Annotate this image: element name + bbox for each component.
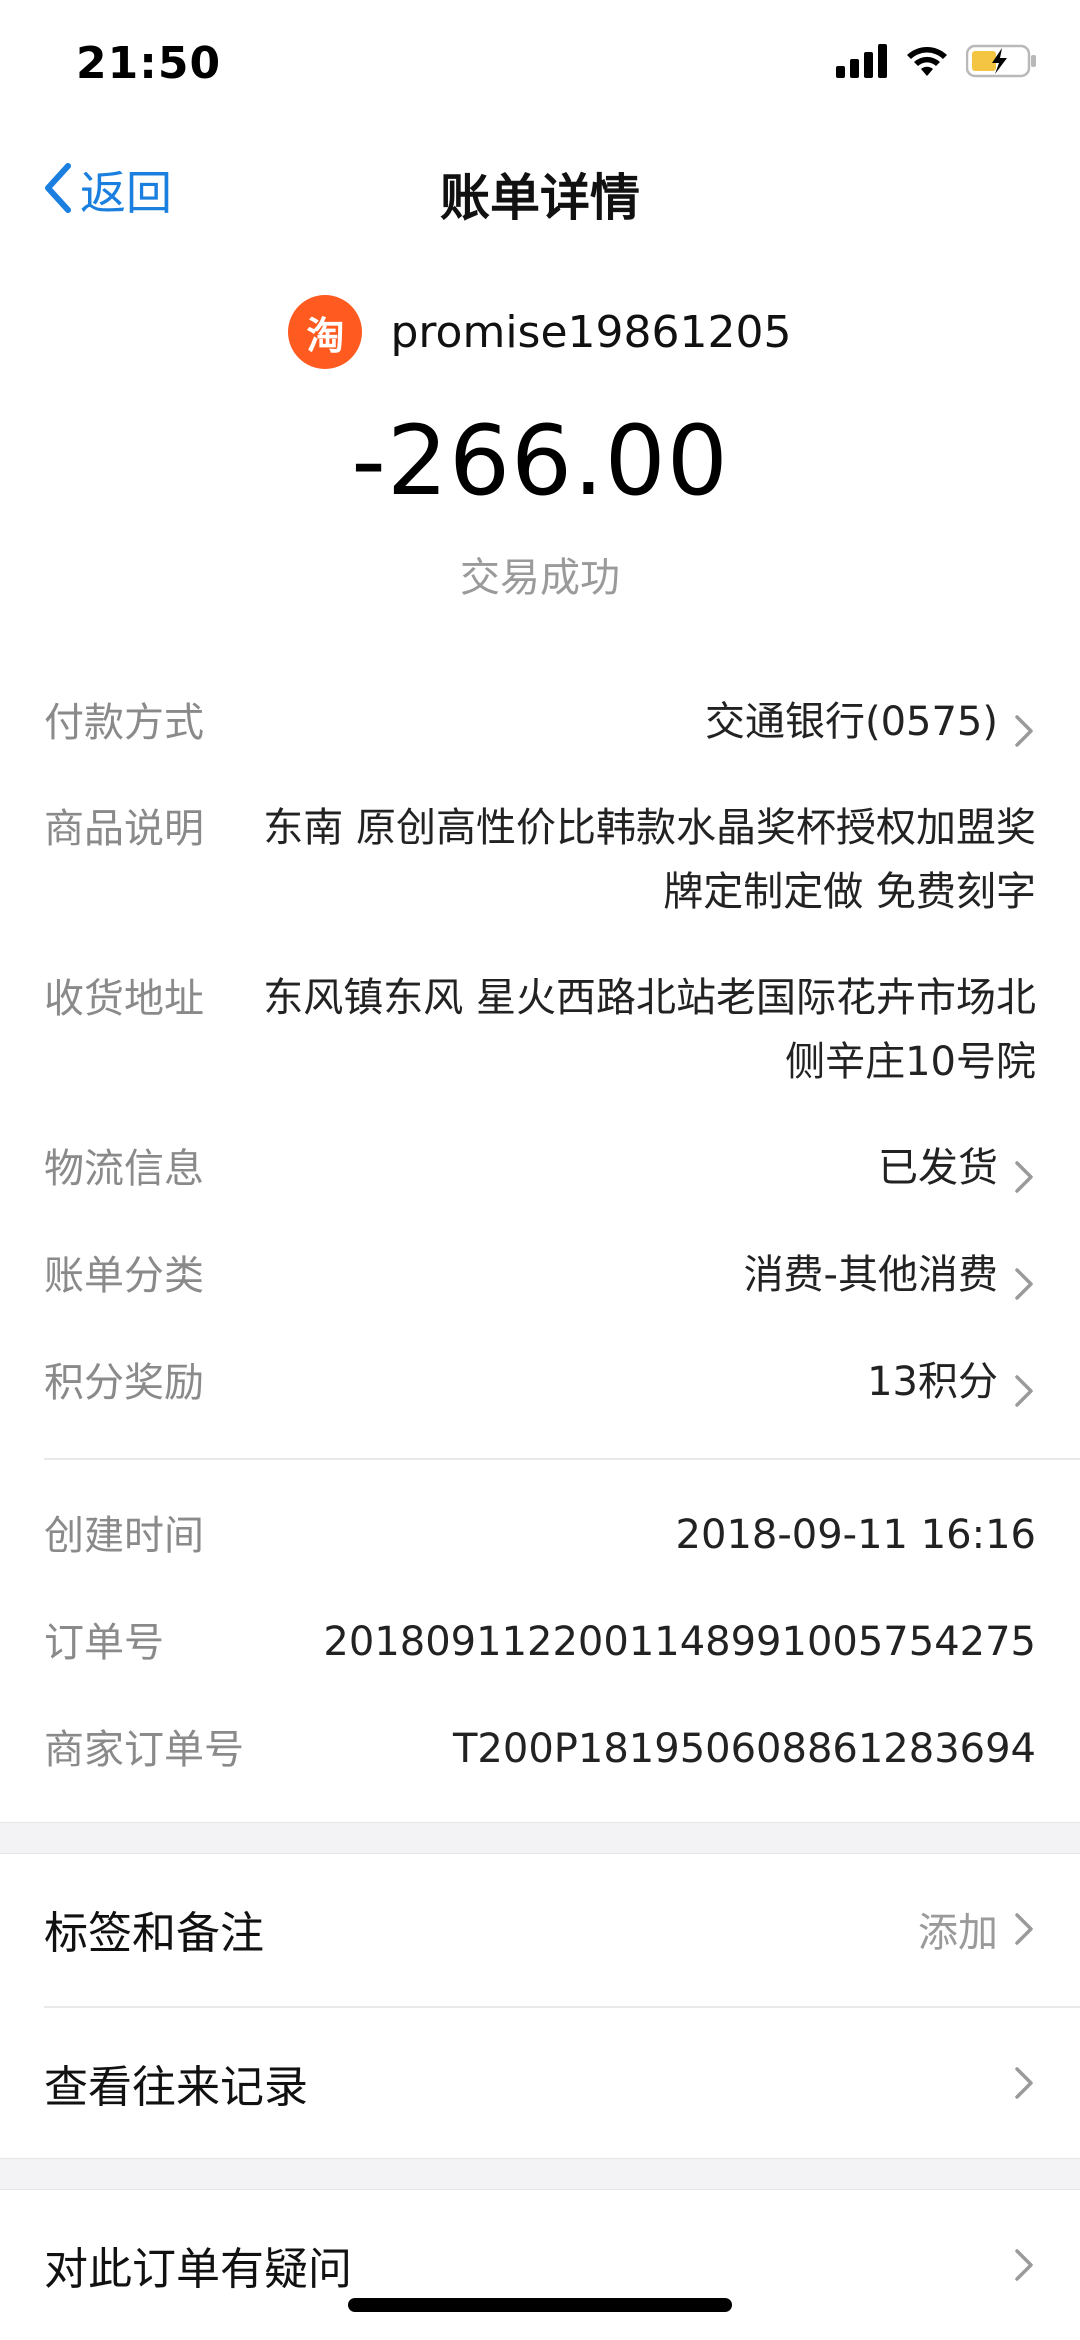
- action-label: 对此订单有疑问: [44, 2244, 352, 2295]
- row-label: 付款方式: [44, 700, 204, 746]
- row-points-reward[interactable]: 积分奖励 13积分: [44, 1350, 1036, 1414]
- nav-bar: 返回 账单详情: [0, 130, 1080, 250]
- battery-charging-icon: [965, 44, 1038, 82]
- taobao-logo-icon: 淘: [288, 295, 363, 369]
- tags-and-notes-button[interactable]: 标签和备注 添加: [0, 1854, 1080, 2004]
- row-value: 消费-其他消费: [743, 1252, 998, 1298]
- row-label: 商家订单号: [44, 1727, 244, 1773]
- row-label: 商品说明: [44, 806, 204, 852]
- row-order-number: 订单号 20180911220011489910057542​75: [44, 1610, 1036, 1674]
- row-shipping-address: 收货地址 东风镇东风 星火西路北站老国际花卉市场北侧辛庄10号院: [44, 966, 1036, 1096]
- row-value: 20180911220011489910057542​75: [323, 1619, 1036, 1665]
- view-history-button[interactable]: 查看往来记录: [0, 2008, 1080, 2158]
- row-value: 东风镇东风 星火西路北站老国际花卉市场北侧辛庄10号院: [263, 975, 1036, 1085]
- row-payment-method[interactable]: 付款方式 交通银行(0575): [44, 690, 1036, 754]
- status-bar: 21:50: [0, 0, 1080, 130]
- row-created-time: 创建时间 2018-09-11 16:16: [44, 1503, 1036, 1567]
- section-divider: [44, 1458, 1080, 1460]
- transaction-amount: -266.00: [351, 405, 729, 517]
- add-link[interactable]: 添加: [918, 1900, 998, 1958]
- row-label: 账单分类: [44, 1253, 204, 1299]
- row-merchant-order-number: 商家订单号 T200P181950608861283694: [44, 1717, 1036, 1781]
- chevron-right-icon: [1012, 1150, 1036, 1193]
- status-icons: [836, 44, 1038, 82]
- row-value: 2018-09-11 16:16: [675, 1512, 1036, 1558]
- wifi-icon: [904, 44, 950, 82]
- status-time: 21:50: [76, 38, 222, 89]
- row-logistics[interactable]: 物流信息 已发货: [44, 1136, 1036, 1200]
- row-product-description: 商品说明 东南 原创高性价比韩款水晶奖杯授权加盟奖牌定制定做 免费刻字: [44, 796, 1036, 926]
- row-value: 已发货: [878, 1145, 998, 1191]
- transaction-status: 交易成功: [460, 555, 620, 601]
- row-label: 收货地址: [44, 976, 204, 1022]
- chevron-right-icon: [1012, 1257, 1036, 1300]
- chevron-right-icon: [1012, 1364, 1036, 1407]
- row-label: 订单号: [44, 1620, 164, 1666]
- row-value: 13积分: [867, 1359, 998, 1405]
- chevron-right-icon: [1012, 2247, 1036, 2283]
- row-bill-category[interactable]: 账单分类 消费-其他消费: [44, 1243, 1036, 1307]
- merchant-header: 淘 promise19861205: [0, 295, 1080, 369]
- row-value: 交通银行(0575): [704, 699, 998, 745]
- action-label: 查看往来记录: [44, 2062, 308, 2113]
- row-label: 物流信息: [44, 1146, 204, 1192]
- home-indicator[interactable]: [348, 2298, 732, 2312]
- row-label: 积分奖励: [44, 1360, 204, 1406]
- action-label: 标签和备注: [44, 1908, 264, 1959]
- row-value: 东南 原创高性价比韩款水晶奖杯授权加盟奖牌定制定做 免费刻字: [263, 805, 1036, 915]
- chevron-right-icon: [1012, 2065, 1036, 2101]
- chevron-right-icon: [1012, 1911, 1036, 1947]
- merchant-name: promise19861205: [390, 306, 792, 358]
- order-question-button[interactable]: 对此订单有疑问: [0, 2190, 1080, 2340]
- row-value: T200P181950608861283694: [453, 1726, 1036, 1772]
- signal-icon: [836, 44, 888, 82]
- page-title: 账单详情: [440, 169, 640, 227]
- chevron-right-icon: [1012, 704, 1036, 747]
- section-gap: [0, 2158, 1080, 2190]
- row-label: 创建时间: [44, 1513, 204, 1559]
- section-gap: [0, 1822, 1080, 1854]
